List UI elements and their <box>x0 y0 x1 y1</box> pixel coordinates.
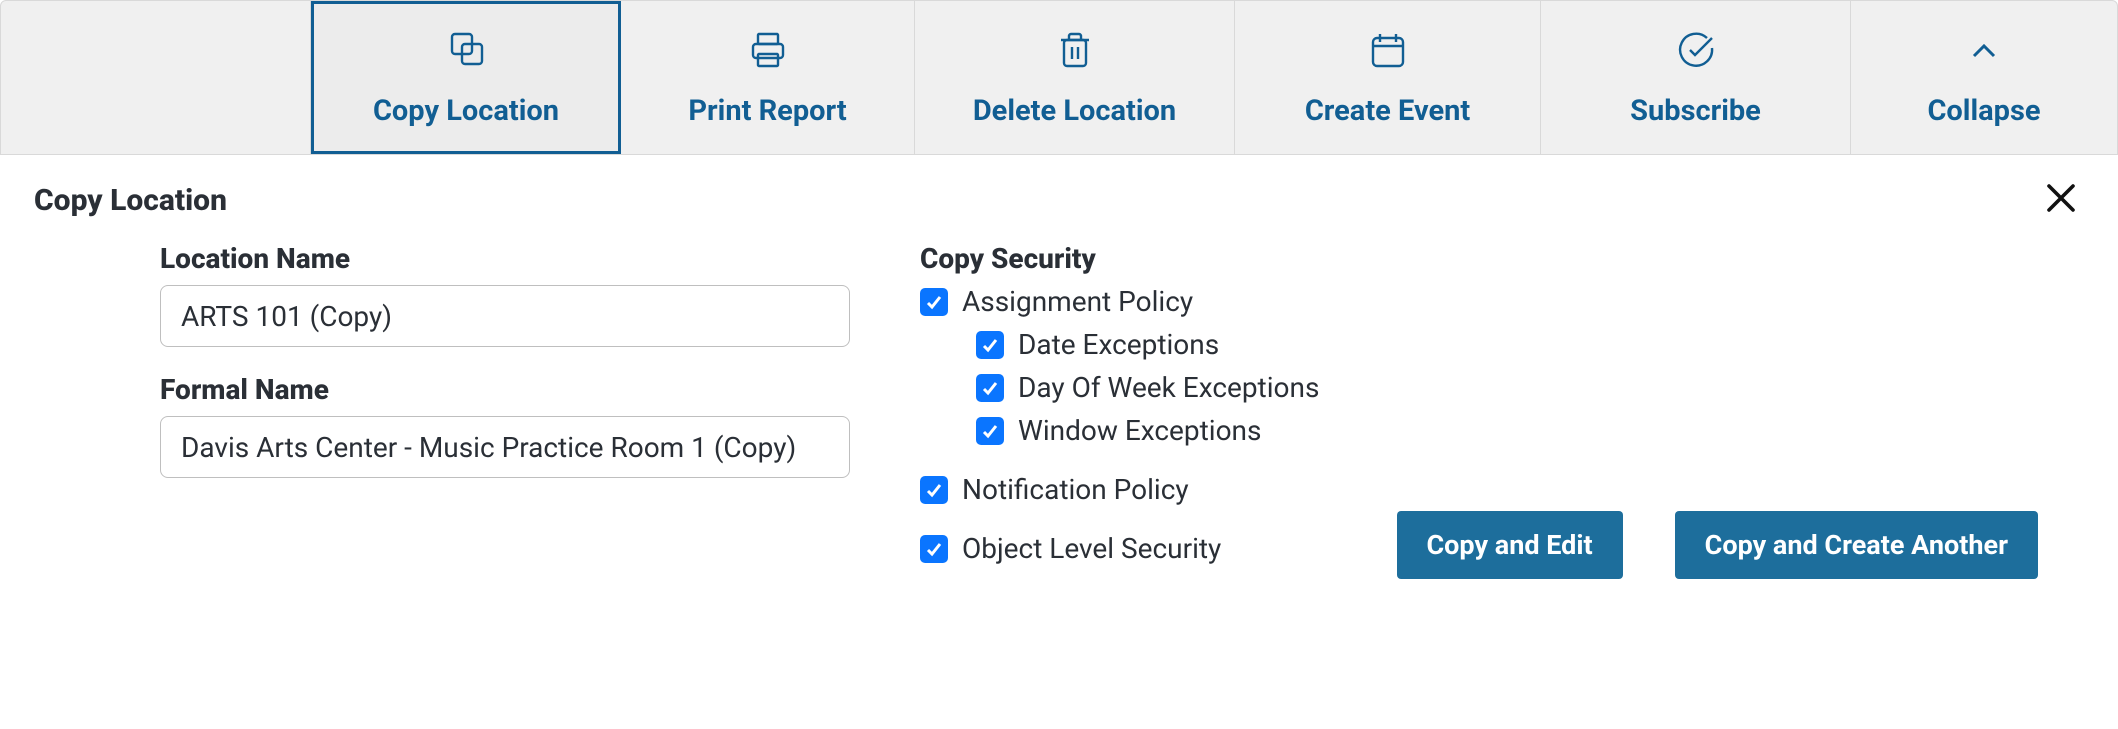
assignment-policy-checkbox[interactable] <box>920 288 948 316</box>
assignment-policy-label: Assignment Policy <box>962 285 1193 318</box>
printer-icon <box>746 28 790 76</box>
object-level-security-label: Object Level Security <box>962 532 1221 565</box>
toolbar-spacer <box>1 1 311 154</box>
collapse-label: Collapse <box>1927 94 2040 128</box>
location-name-input[interactable] <box>160 285 850 347</box>
dow-exceptions-checkbox[interactable] <box>976 374 1004 402</box>
calendar-icon <box>1366 28 1410 76</box>
window-exceptions-checkbox[interactable] <box>976 417 1004 445</box>
location-name-label: Location Name <box>160 242 860 275</box>
copy-and-create-another-button[interactable]: Copy and Create Another <box>1675 511 2038 579</box>
date-exceptions-label: Date Exceptions <box>1018 328 1219 361</box>
copy-location-tab[interactable]: Copy Location <box>311 1 621 154</box>
copy-security-label: Copy Security <box>920 242 1640 275</box>
assignment-policy-item: Assignment Policy <box>920 285 1640 318</box>
window-exceptions-label: Window Exceptions <box>1018 414 1261 447</box>
subscribe-label: Subscribe <box>1630 94 1761 128</box>
date-exceptions-checkbox[interactable] <box>976 331 1004 359</box>
check-circle-icon <box>1674 28 1718 76</box>
copy-and-edit-button[interactable]: Copy and Edit <box>1397 511 1623 579</box>
chevron-up-icon <box>1962 28 2006 76</box>
close-icon <box>2044 200 2078 219</box>
close-button[interactable] <box>2044 181 2078 219</box>
delete-location-label: Delete Location <box>973 94 1176 128</box>
delete-location-tab[interactable]: Delete Location <box>915 1 1235 154</box>
notification-policy-item: Notification Policy <box>920 473 1640 506</box>
trash-icon <box>1053 28 1097 76</box>
copy-location-label: Copy Location <box>373 94 559 128</box>
window-exceptions-item: Window Exceptions <box>976 414 1640 447</box>
print-report-tab[interactable]: Print Report <box>621 1 915 154</box>
formal-name-label: Formal Name <box>160 373 860 406</box>
copy-location-panel: Copy Location Location Name Formal Name <box>0 155 2118 609</box>
notification-policy-label: Notification Policy <box>962 473 1189 506</box>
action-buttons: Copy and Edit Copy and Create Another <box>1397 511 2039 579</box>
date-exceptions-item: Date Exceptions <box>976 328 1640 361</box>
collapse-tab[interactable]: Collapse <box>1851 1 2117 154</box>
formal-name-input[interactable] <box>160 416 850 478</box>
dow-exceptions-label: Day Of Week Exceptions <box>1018 371 1319 404</box>
notification-policy-checkbox[interactable] <box>920 476 948 504</box>
object-level-security-checkbox[interactable] <box>920 535 948 563</box>
copy-icon <box>444 28 488 76</box>
dow-exceptions-item: Day Of Week Exceptions <box>976 371 1640 404</box>
subscribe-tab[interactable]: Subscribe <box>1541 1 1851 154</box>
print-report-label: Print Report <box>688 94 846 128</box>
create-event-label: Create Event <box>1305 94 1470 128</box>
action-toolbar: Copy Location Print Report <box>0 0 2118 155</box>
left-column: Location Name Formal Name <box>160 242 860 575</box>
panel-title: Copy Location <box>34 183 2084 218</box>
create-event-tab[interactable]: Create Event <box>1235 1 1541 154</box>
